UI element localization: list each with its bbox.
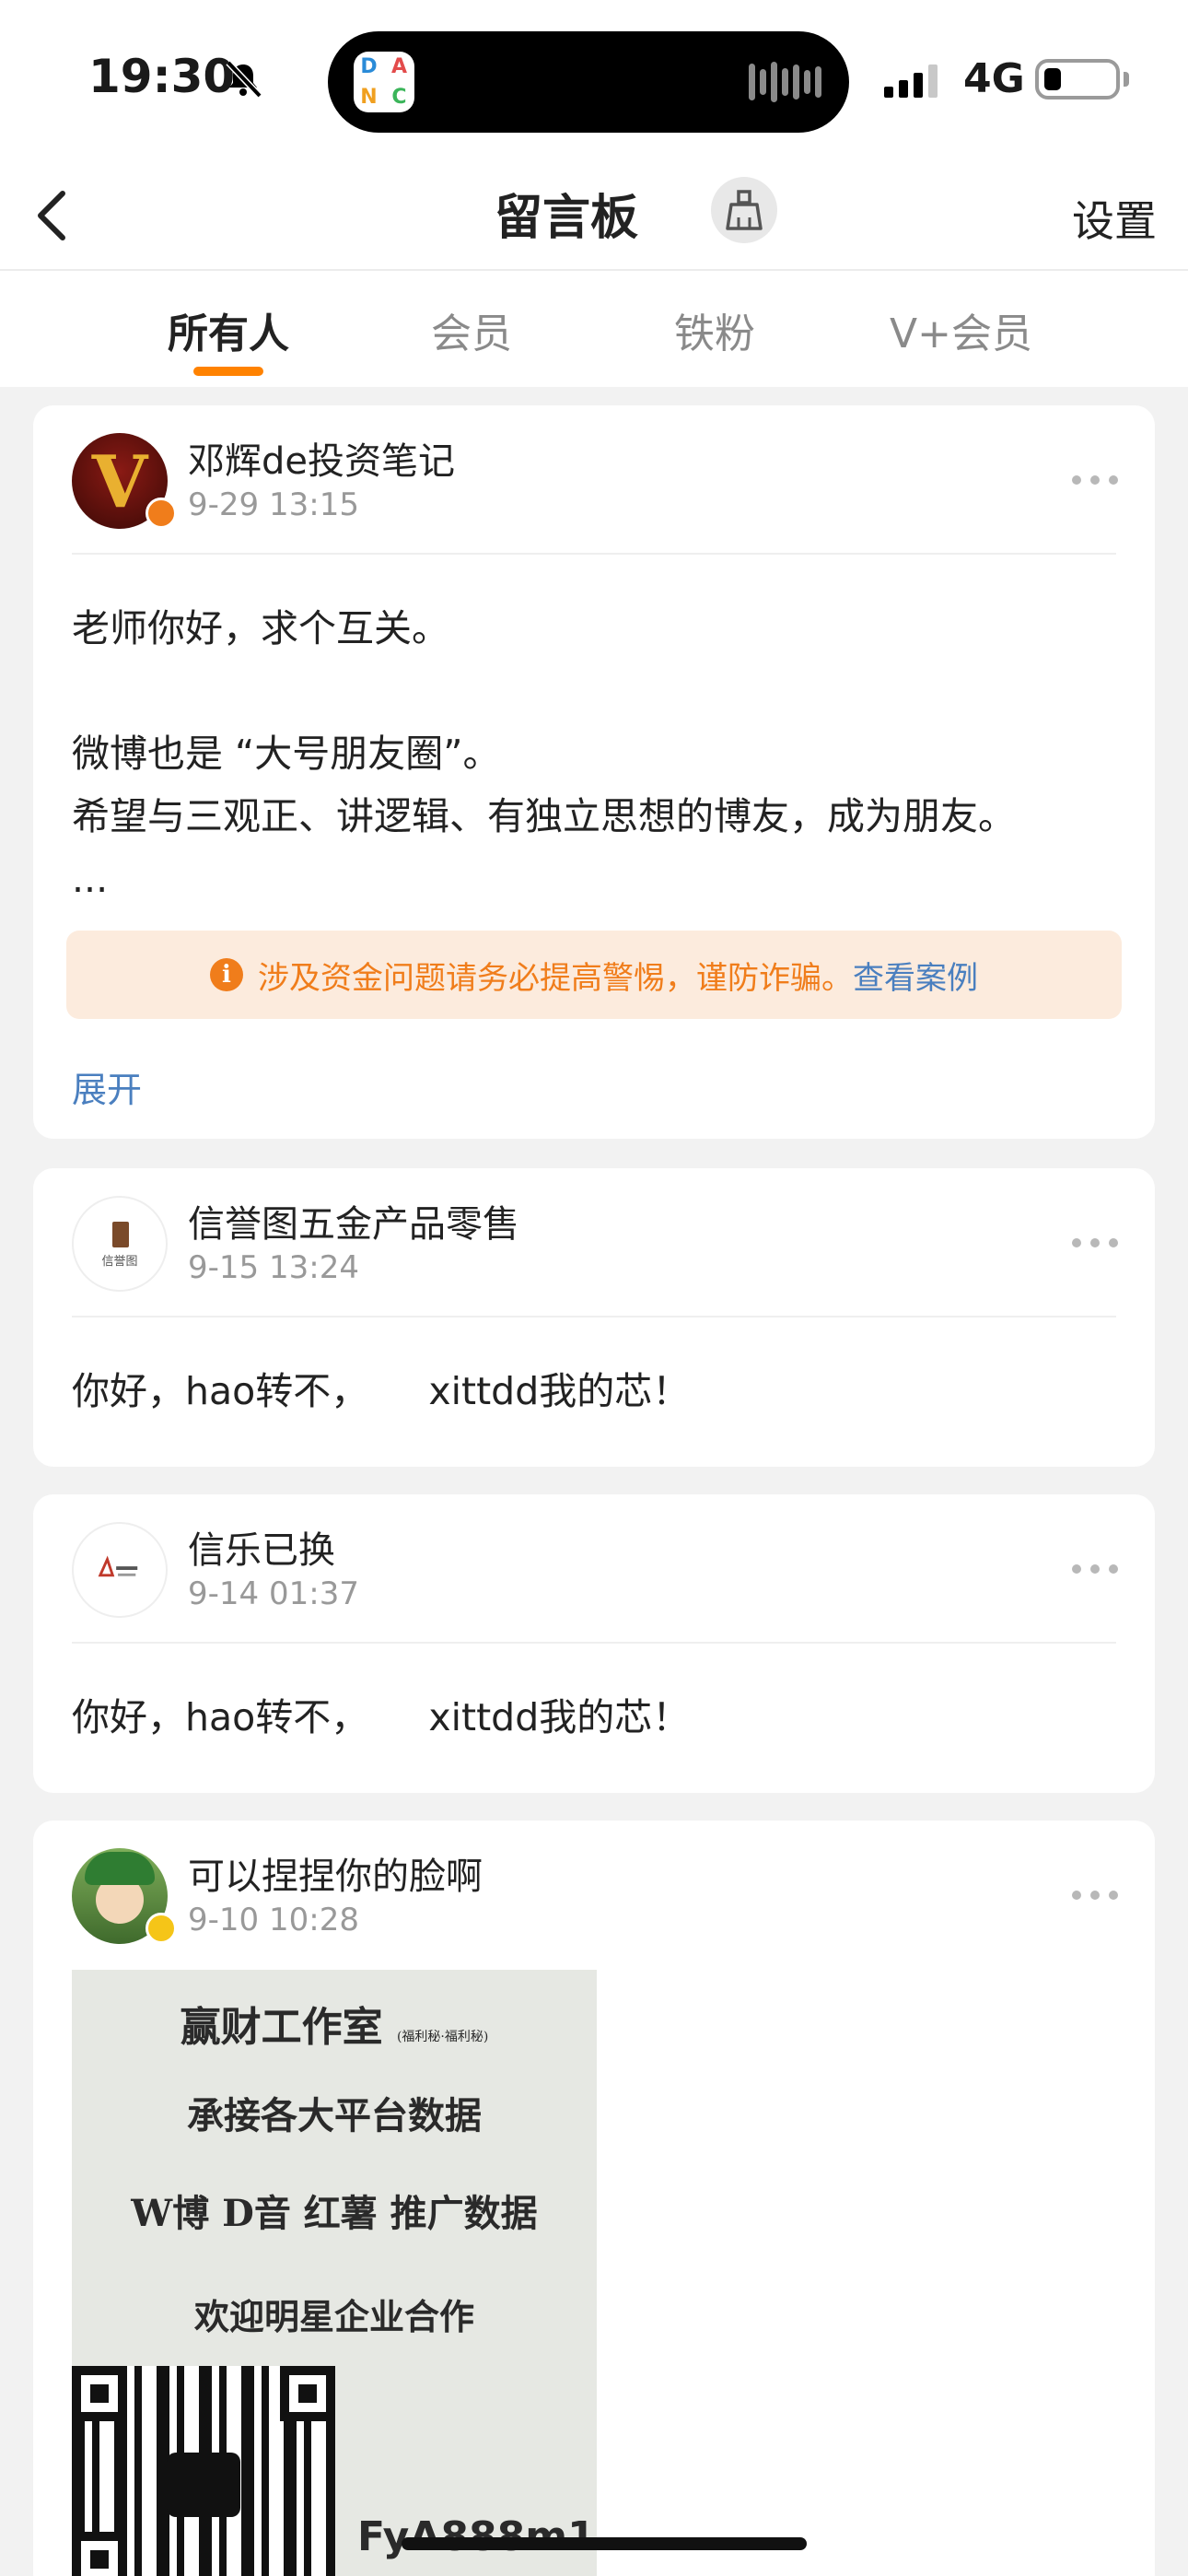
tab-all[interactable]: 所有人: [168, 300, 289, 359]
message-time: 9-10 10:28: [188, 1902, 359, 1938]
message-time: 9-29 13:15: [188, 486, 359, 523]
tab-vplus[interactable]: V+会员: [890, 300, 1032, 359]
more-options-icon[interactable]: [1072, 1564, 1118, 1574]
warning-text: 涉及资金问题请务必提高警惕，谨防诈骗。: [258, 959, 853, 997]
message-card[interactable]: V 邓辉de投资笔记 9-29 13:15 老师你好，求个互关。 微博也是 “大…: [33, 405, 1155, 1139]
wechat-icon: [167, 2453, 240, 2517]
message-text: 你好，hao转不， xittdd我的芯！: [72, 1695, 691, 1739]
message-time: 9-14 01:37: [188, 1575, 359, 1612]
settings-button[interactable]: 设置: [1072, 188, 1157, 249]
attached-image[interactable]: 赢财工作室 (福利秘·福利秘) 承接各大平台数据 W博 D音 红薯 推广数据 欢…: [72, 1970, 597, 2576]
promo-line: 欢迎明星企业合作: [193, 2296, 474, 2337]
fraud-warning-banner: i 涉及资金问题请务必提高警惕，谨防诈骗。 查看案例: [66, 931, 1122, 1019]
island-app-icon[interactable]: D A N C: [354, 52, 414, 112]
verified-badge-icon: [146, 1913, 177, 1944]
user-name[interactable]: 信乐已换: [188, 1520, 335, 1574]
avatar[interactable]: 信誉图: [72, 1196, 168, 1292]
active-tab-indicator: [193, 367, 263, 376]
signal-icon: [884, 64, 938, 98]
divider: [72, 553, 1116, 555]
battery-icon: [1035, 59, 1120, 100]
more-options-icon[interactable]: [1072, 475, 1118, 485]
divider: [72, 1316, 1116, 1317]
dynamic-island[interactable]: D A N C: [328, 31, 849, 133]
message-card[interactable]: 可以捏捏你的脸啊 9-10 10:28 赢财工作室 (福利秘·福利秘) 承接各大…: [33, 1821, 1155, 2576]
status-time: 19:30: [88, 50, 236, 103]
message-text: 老师你好，求个互关。 微博也是 “大号朋友圈”。 希望与三观正、讲逻辑、有独立思…: [72, 606, 1016, 901]
tab-fans[interactable]: 铁粉: [674, 300, 755, 359]
battery-cap: [1124, 72, 1129, 87]
audio-wave-icon: [749, 59, 821, 105]
network-label: 4G: [963, 55, 1025, 102]
promo-line: 承接各大平台数据: [187, 2094, 482, 2137]
message-text: 你好，hao转不， xittdd我的芯！: [72, 1369, 691, 1413]
promo-line: 赢财工作室 (福利秘·福利秘): [180, 2004, 489, 2051]
home-indicator[interactable]: [402, 2537, 807, 2550]
message-card[interactable]: 信乐已换 9-14 01:37 你好，hao转不， xittdd我的芯！: [33, 1494, 1155, 1793]
expand-link[interactable]: 展开: [72, 1061, 142, 1112]
promo-line: W博 D音 红薯 推广数据: [131, 2192, 538, 2235]
user-name[interactable]: 可以捏捏你的脸啊: [188, 1846, 483, 1900]
message-time: 9-15 13:24: [188, 1249, 359, 1286]
divider: [72, 1642, 1116, 1644]
info-icon: i: [210, 958, 243, 991]
more-options-icon[interactable]: [1072, 1238, 1118, 1247]
user-name[interactable]: 邓辉de投资笔记: [188, 431, 455, 485]
status-bar: 19:30 D A N C 4G: [0, 0, 1188, 157]
verified-badge-icon: [146, 498, 177, 529]
tab-members[interactable]: 会员: [431, 300, 512, 359]
nav-bar: 留言板 设置: [0, 157, 1188, 271]
page-title: 留言板: [494, 191, 638, 246]
filter-tabs: 所有人 会员 铁粉 V+会员: [0, 271, 1188, 387]
broom-icon[interactable]: [711, 177, 777, 243]
avatar[interactable]: [72, 1522, 168, 1618]
bell-off-icon: [226, 60, 262, 99]
more-options-icon[interactable]: [1072, 1891, 1118, 1900]
qr-code: [72, 2366, 335, 2576]
message-card[interactable]: 信誉图 信誉图五金产品零售 9-15 13:24 你好，hao转不， xittd…: [33, 1168, 1155, 1467]
view-cases-link[interactable]: 查看案例: [853, 953, 978, 998]
user-name[interactable]: 信誉图五金产品零售: [188, 1194, 519, 1247]
